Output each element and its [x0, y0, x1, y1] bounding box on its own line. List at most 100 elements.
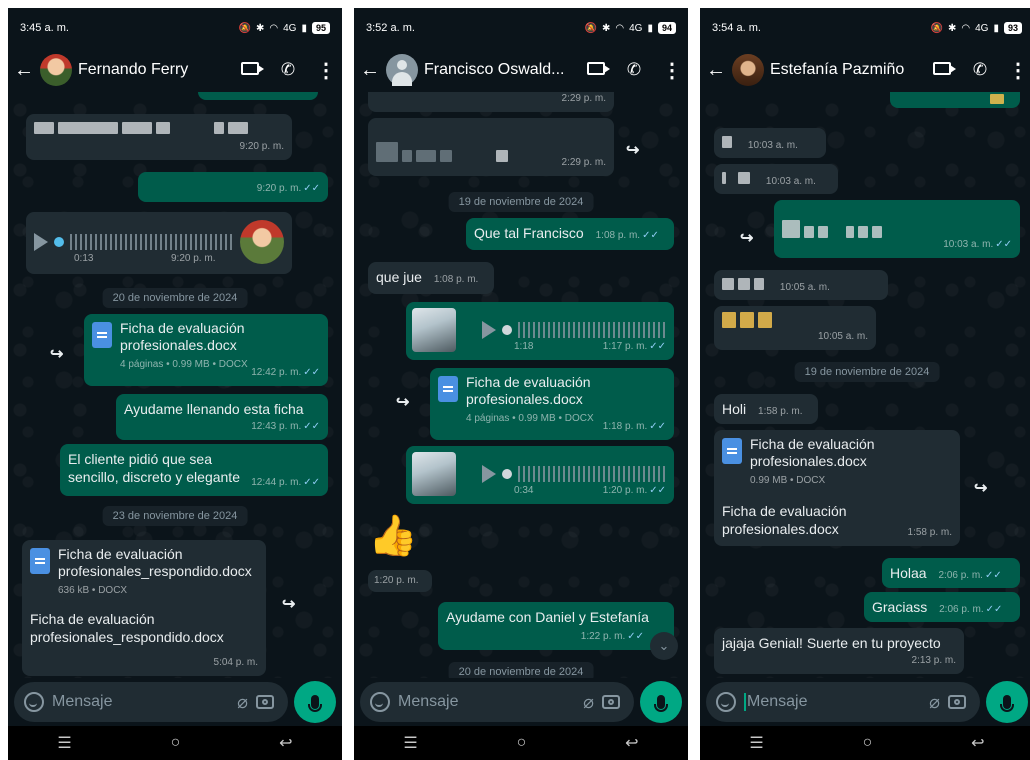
audio-waveform[interactable] [70, 234, 234, 250]
play-icon[interactable] [34, 233, 48, 251]
text-message[interactable]: Graciass 2:06 p. m. ✓✓ [864, 592, 1020, 622]
attach-icon[interactable]: ⌀ [583, 692, 594, 713]
text-message[interactable]: Holi 1:58 p. m. [714, 394, 818, 424]
phone-icon[interactable]: ✆ [970, 60, 990, 80]
video-call-icon[interactable] [586, 60, 610, 80]
voice-message[interactable]: 1:18 1:17 p. m. ✓✓ [406, 302, 674, 360]
more-vert-icon[interactable]: ⋮ [1008, 58, 1028, 83]
audio-progress-knob[interactable] [54, 237, 64, 247]
message-time: 5:04 p. m. [213, 657, 258, 668]
message-input[interactable]: Mensaje [398, 693, 575, 711]
back-arrow-icon[interactable]: ← [360, 59, 380, 82]
message-outgoing-redacted[interactable]: 9:20 p. m. ✓✓ [138, 172, 328, 202]
message-time: 1:17 p. m. [602, 341, 648, 352]
contact-avatar[interactable] [40, 54, 72, 86]
more-vert-icon[interactable]: ⋮ [316, 58, 336, 83]
thumbs-up-sticker[interactable]: 👍 [368, 512, 418, 559]
home-icon[interactable]: ○ [863, 734, 873, 752]
forward-icon[interactable]: ↪ [50, 344, 63, 364]
text-message[interactable]: Ayudame con Daniel y Estefanía 1:22 p. m… [438, 602, 674, 650]
emoji-icon[interactable] [24, 692, 44, 712]
forward-icon[interactable]: ↪ [740, 228, 753, 248]
home-icon[interactable]: ○ [171, 734, 181, 752]
contact-name[interactable]: Fernando Ferry [78, 61, 234, 79]
message-incoming-redacted[interactable]: 9:20 p. m. [26, 114, 292, 160]
voice-record-button[interactable] [986, 681, 1028, 723]
nav-back-icon[interactable]: ↩ [279, 733, 292, 753]
audio-progress-knob[interactable] [502, 469, 512, 479]
text-message[interactable]: Ayudame llenando esta ficha 12:43 p. m. ✓… [116, 394, 328, 440]
video-call-icon[interactable] [240, 60, 264, 80]
contact-name[interactable]: Francisco Oswald... [424, 61, 580, 79]
document-message[interactable]: Ficha de evaluación profesionales.docx 0… [714, 430, 960, 546]
contact-name[interactable]: Estefanía Pazmiño [770, 61, 926, 79]
audio-waveform[interactable] [518, 466, 668, 482]
recents-icon[interactable]: ☰ [403, 733, 417, 753]
forward-icon[interactable]: ↪ [974, 478, 987, 498]
message-incoming-partial[interactable]: 2:29 p. m. [368, 92, 614, 112]
message-incoming-redacted[interactable]: 2:29 p. m. [368, 118, 614, 176]
nav-back-icon[interactable]: ↩ [625, 733, 638, 753]
document-message[interactable]: Ficha de evaluación profesionales.docx 4… [430, 368, 674, 440]
phone-icon[interactable]: ✆ [278, 60, 298, 80]
forward-icon[interactable]: ↪ [626, 140, 639, 160]
voice-message[interactable]: 0:13 9:20 p. m. [26, 212, 292, 274]
home-icon[interactable]: ○ [517, 734, 527, 752]
back-arrow-icon[interactable]: ← [14, 59, 34, 82]
play-icon[interactable] [482, 465, 496, 483]
message-time: 12:43 p. m. [251, 421, 302, 432]
document-icon [438, 376, 458, 402]
contact-avatar[interactable] [732, 54, 764, 86]
text-message[interactable]: El cliente pidió que sea sencillo, discr… [60, 444, 328, 496]
phone-icon[interactable]: ✆ [624, 60, 644, 80]
scroll-down-icon[interactable]: ⌄ [650, 632, 678, 660]
camera-icon[interactable] [256, 695, 274, 709]
chat-area[interactable]: 10:03 a. m. 10:03 a. m. ↪ 10:03 a. m. ✓✓ … [700, 92, 1030, 678]
message-time: 12:42 p. m. [251, 367, 302, 378]
chat-area[interactable]: 9:20 p. m. 9:20 p. m. ✓✓ 0:13 9:20 p. m. … [8, 92, 342, 678]
text-message[interactable]: Holaa 2:06 p. m. ✓✓ [882, 558, 1020, 588]
contact-avatar[interactable] [386, 54, 418, 86]
back-arrow-icon[interactable]: ← [706, 59, 726, 82]
camera-icon[interactable] [602, 695, 620, 709]
voice-record-button[interactable] [640, 681, 682, 723]
text-message[interactable]: que jue 1:08 p. m. [368, 262, 494, 294]
audio-waveform[interactable] [518, 322, 668, 338]
voice-record-button[interactable] [294, 681, 336, 723]
attach-icon[interactable]: ⌀ [237, 692, 248, 713]
message-incoming-redacted[interactable]: 10:03 a. m. [714, 164, 838, 194]
more-vert-icon[interactable]: ⋮ [662, 58, 682, 83]
text-message[interactable]: jajaja Genial! Suerte en tu proyecto 2:1… [714, 628, 964, 674]
recents-icon[interactable]: ☰ [57, 733, 71, 753]
emoji-icon[interactable] [370, 692, 390, 712]
message-incoming-redacted[interactable]: 10:03 a. m. [714, 128, 826, 158]
message-outgoing-partial[interactable] [198, 92, 318, 100]
camera-icon[interactable] [948, 695, 966, 709]
voice-message[interactable]: 0:34 1:20 p. m. ✓✓ [406, 446, 674, 504]
document-meta: 636 kB • DOCX [58, 585, 128, 596]
text-message[interactable]: Que tal Francisco 1:08 p. m. ✓✓ [466, 218, 674, 250]
message-input-pill[interactable]: Mensaje ⌀ [14, 682, 288, 722]
message-outgoing-redacted[interactable]: 10:03 a. m. ✓✓ [774, 200, 1020, 258]
recents-icon[interactable]: ☰ [749, 733, 763, 753]
forward-icon[interactable]: ↪ [396, 392, 409, 412]
document-message[interactable]: Ficha de evaluación profesionales.docx 4… [84, 314, 328, 386]
emoji-icon[interactable] [716, 692, 736, 712]
attach-icon[interactable]: ⌀ [929, 692, 940, 713]
nav-back-icon[interactable]: ↩ [971, 733, 984, 753]
message-input[interactable]: Mensaje [52, 693, 229, 711]
forward-icon[interactable]: ↪ [282, 594, 295, 614]
message-incoming-redacted[interactable]: 10:05 a. m. [714, 270, 888, 300]
message-input[interactable]: Mensaje [747, 693, 807, 710]
message-input-pill[interactable]: Mensaje ⌀ [706, 682, 980, 722]
message-input-pill[interactable]: Mensaje ⌀ [360, 682, 634, 722]
message-time: 1:22 p. m. [580, 631, 626, 642]
chat-area[interactable]: 2:29 p. m. 2:29 p. m. ↪ 19 de noviembre … [354, 92, 688, 678]
video-call-icon[interactable] [932, 60, 956, 80]
audio-progress-knob[interactable] [502, 325, 512, 335]
document-message[interactable]: Ficha de evaluación profesionales_respon… [22, 540, 266, 676]
message-incoming-redacted[interactable]: 10:05 a. m. [714, 306, 876, 350]
message-outgoing-partial[interactable] [890, 92, 1020, 108]
read-tick-icon: ✓✓ [649, 421, 666, 432]
play-icon[interactable] [482, 321, 496, 339]
